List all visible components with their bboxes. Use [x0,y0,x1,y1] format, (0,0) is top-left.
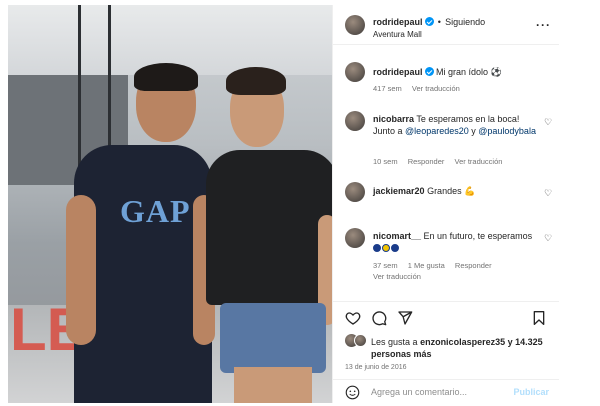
header-user-line: rodridepaul • Siguiendo [373,17,485,27]
heart-icon[interactable] [345,310,361,326]
more-horizontal-icon[interactable]: ··· [536,18,551,32]
caption-avatar[interactable] [345,62,365,82]
header-separator: • [437,17,441,27]
publish-button[interactable]: Publicar [513,387,549,397]
post-sidebar: rodridepaul • Siguiendo Aventura Mall ··… [332,5,559,403]
shirt-logo: GAP [120,193,191,229]
blue-circle-icon [391,244,399,252]
comment-time: 37 sem [373,261,398,270]
likes-summary: Les gusta a enzonicolasperez35 y 14.325 … [371,336,551,360]
heart-icon[interactable]: ♡ [544,234,552,243]
person-right-body [206,150,332,305]
comment-text: Grandes 💪 [427,186,476,196]
comment-username[interactable]: nicomart__ [373,231,421,241]
post-photo[interactable]: LE GAP [8,5,332,403]
comment-nicomart: nicomart__ En un futuro, te esperamos [373,230,533,254]
caption: rodridepaul Mi gran ídolo ⚽ [373,66,502,78]
comment-jackiemar20: jackiemar20 Grandes 💪 [373,185,475,197]
post-header: rodridepaul • Siguiendo Aventura Mall ··… [333,5,559,45]
comment-time: 10 sem [373,157,398,166]
post-date[interactable]: 13 de junio de 2016 [345,364,407,371]
comment-meta: 37 sem 1 Me gusta Responder [373,261,492,270]
person-right-shorts [220,303,326,373]
comment-nicobarra: nicobarra Te esperamos en la boca! Junto… [373,113,543,137]
share-icon[interactable] [397,310,413,326]
follow-status[interactable]: Siguiendo [445,17,485,27]
avatar[interactable] [345,15,365,35]
liker-avatar [354,334,367,347]
person-right-legs [234,367,312,403]
comment-username[interactable]: jackiemar20 [373,186,425,196]
comment-text: En un futuro, te esperamos [423,231,533,241]
person-left-hair [134,63,198,91]
liker-avatars[interactable] [345,334,371,348]
comment-avatar[interactable] [345,228,365,248]
likes-prefix: Les gusta a [371,337,418,347]
caption-meta: 417 sem Ver traducción [373,84,460,93]
caption-text: Mi gran ídolo ⚽ [436,67,502,77]
reply-button[interactable]: Responder [408,157,445,166]
yellow-circle-icon [382,244,390,252]
heart-icon[interactable]: ♡ [544,189,552,198]
reply-button[interactable]: Responder [455,261,492,270]
comment-icon[interactable] [371,310,387,326]
caption-username[interactable]: rodridepaul [373,67,423,77]
heart-icon[interactable]: ♡ [544,118,552,127]
mention-link[interactable]: @leoparedes20 [405,126,469,136]
likes-user[interactable]: enzonicolasperez35 [420,337,505,347]
person-left-arm [66,195,96,345]
action-bar [333,301,559,329]
bookmark-icon[interactable] [531,310,547,326]
translate-link[interactable]: Ver traducción [373,272,421,281]
comment-meta: 10 sem Responder Ver traducción [373,157,502,166]
verified-icon [424,67,434,76]
translate-link[interactable]: Ver traducción [455,157,503,166]
header-username[interactable]: rodridepaul [373,17,423,27]
translate-link[interactable]: Ver traducción [412,84,460,93]
add-comment-bar: Agrega un comentario... Publicar [333,379,559,403]
mention-link[interactable]: @paulodybala [478,126,536,136]
blue-circle-icon [373,244,381,252]
instagram-post: LE GAP rodridepaul • Siguiendo Aventura … [8,5,559,403]
person-right-hair [226,67,286,95]
comment-input[interactable]: Agrega un comentario... [371,387,467,397]
emoji-icon[interactable] [345,385,360,400]
comment-username[interactable]: nicobarra [373,114,414,124]
comment-likes[interactable]: 1 Me gusta [408,261,445,270]
location-label[interactable]: Aventura Mall [373,30,422,39]
caption-time[interactable]: 417 sem [373,84,402,93]
comment-avatar[interactable] [345,182,365,202]
comment-conj: y [471,126,476,136]
verified-icon [424,17,434,26]
comment-avatar[interactable] [345,111,365,131]
